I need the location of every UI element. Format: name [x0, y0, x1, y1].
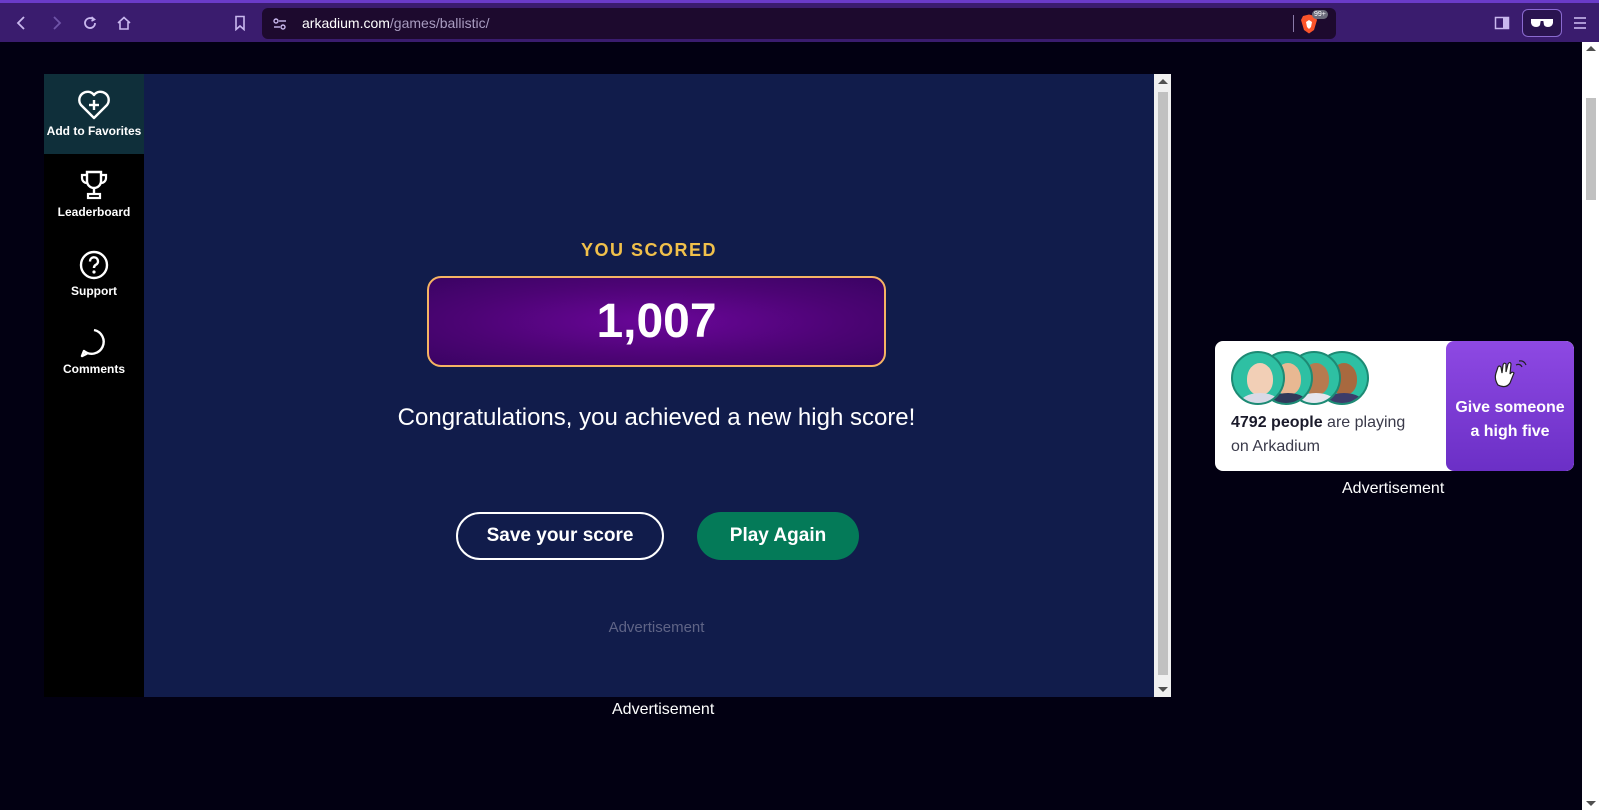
question-circle-icon	[79, 250, 109, 280]
players-online-card: 4792 people are playing on Arkadium Give…	[1215, 341, 1574, 471]
url-text[interactable]: arkadium.com/games/ballistic/	[302, 15, 490, 31]
play-again-button[interactable]: Play Again	[697, 512, 859, 560]
scroll-up-arrow-icon[interactable]	[1158, 79, 1168, 84]
shields-count-badge: 99+	[1312, 10, 1328, 19]
players-count-text: 4792 people are playing on Arkadium	[1231, 411, 1431, 459]
bookmark-icon	[235, 15, 245, 31]
reload-icon	[84, 16, 96, 29]
add-to-favorites-button[interactable]: Add to Favorites	[44, 74, 144, 154]
high-five-line1: Give someone	[1455, 399, 1565, 416]
scroll-down-arrow-icon[interactable]	[1158, 687, 1168, 692]
trophy-icon	[80, 170, 108, 200]
high-five-label: Give someone a high five	[1446, 396, 1574, 444]
address-bar[interactable]: arkadium.com/games/ballistic/ 99+	[262, 8, 1336, 39]
sidebar-icon	[1494, 16, 1510, 30]
page-scroll-down-icon[interactable]	[1586, 801, 1596, 806]
congrats-message: Congratulations, you achieved a new high…	[397, 404, 916, 431]
url-path: /games/ballistic/	[389, 15, 490, 31]
support-button[interactable]: Support	[44, 234, 144, 314]
speech-bubble-icon	[80, 328, 105, 358]
game-side-rail: Add to Favorites Leaderboard Support Com…	[44, 74, 144, 697]
leaderboard-button[interactable]: Leaderboard	[44, 154, 144, 234]
page-scroll-up-icon[interactable]	[1586, 46, 1596, 51]
brave-shields-button[interactable]: 99+	[1300, 10, 1328, 34]
players-count: 4792 people	[1231, 414, 1323, 431]
right-advertisement-label: Advertisement	[1342, 480, 1445, 497]
game-frame: YOU SCORED 1,007 Congratulations, you ac…	[144, 74, 1171, 697]
back-button[interactable]	[8, 9, 36, 37]
rail-item-label: Add to Favorites	[46, 124, 142, 138]
heart-plus-icon	[78, 90, 110, 120]
players-text-rest: are playing	[1322, 414, 1406, 431]
avatar	[1231, 351, 1285, 405]
high-five-button[interactable]: Give someone a high five	[1446, 341, 1574, 471]
scrollbar-thumb[interactable]	[1158, 92, 1168, 675]
you-scored-heading: YOU SCORED	[580, 240, 718, 260]
sidebar-toggle-button[interactable]	[1488, 9, 1516, 37]
bookmark-button[interactable]	[226, 9, 254, 37]
page-scrollbar[interactable]	[1582, 42, 1599, 810]
game-frame-scrollbar[interactable]	[1154, 74, 1171, 697]
player-avatars	[1231, 351, 1381, 407]
private-window-button[interactable]	[1522, 9, 1562, 37]
score-display: 1,007	[427, 276, 886, 367]
waving-hand-icon	[1494, 360, 1527, 388]
url-domain: arkadium.com	[302, 15, 390, 31]
save-score-button[interactable]: Save your score	[456, 512, 664, 560]
forward-button[interactable]	[42, 9, 70, 37]
comments-button[interactable]: Comments	[44, 312, 144, 392]
back-arrow-icon	[16, 16, 25, 30]
rail-item-label: Support	[71, 284, 117, 298]
glasses-icon	[1531, 19, 1553, 27]
url-divider	[1293, 15, 1294, 32]
home-button[interactable]	[110, 9, 138, 37]
menu-button[interactable]	[1566, 9, 1594, 37]
score-value: 1,007	[596, 295, 717, 348]
home-icon	[117, 16, 131, 30]
high-five-line2: a high five	[1470, 423, 1550, 440]
players-text-line2: on Arkadium	[1231, 438, 1320, 455]
forward-arrow-icon	[53, 16, 62, 30]
reload-button[interactable]	[76, 9, 104, 37]
inner-advertisement-label: Advertisement	[608, 619, 705, 636]
rail-item-label: Leaderboard	[57, 205, 131, 219]
browser-toolbar: arkadium.com/games/ballistic/ 99+	[0, 0, 1599, 42]
hamburger-menu-icon	[1574, 17, 1586, 29]
rail-item-label: Comments	[62, 362, 125, 376]
page-scrollbar-thumb[interactable]	[1586, 98, 1596, 200]
site-settings-icon[interactable]	[272, 16, 288, 32]
bottom-advertisement-label: Advertisement	[612, 701, 715, 718]
page-content: Add to Favorites Leaderboard Support Com…	[0, 42, 1599, 810]
